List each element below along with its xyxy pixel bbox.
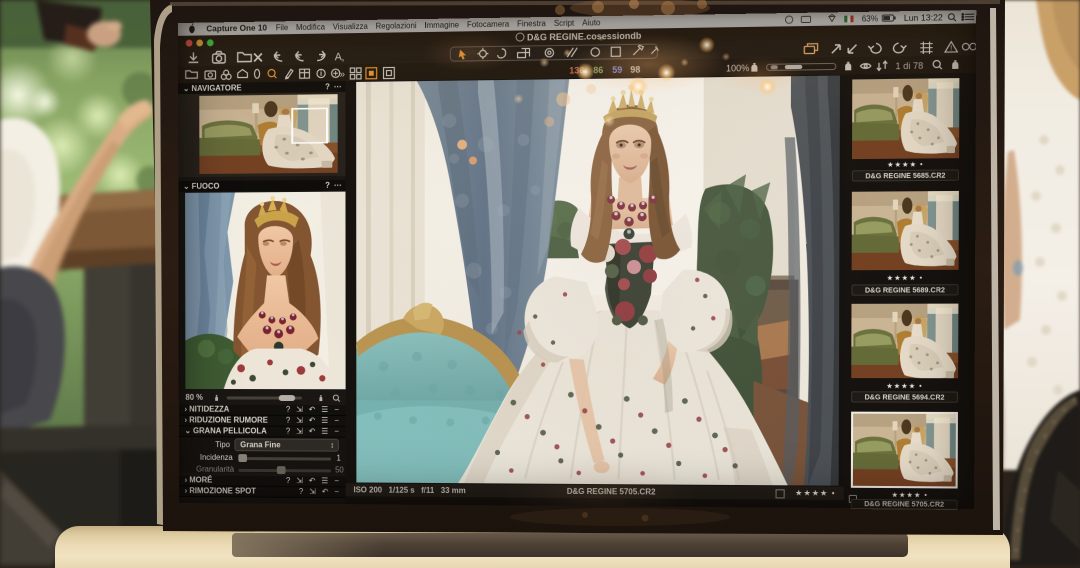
svg-text:59: 59 [612, 65, 622, 76]
svg-text:86: 86 [593, 65, 603, 76]
svg-text:63%: 63% [862, 14, 879, 24]
svg-text:136: 136 [569, 65, 584, 76]
svg-text:A‚: A‚ [335, 51, 345, 63]
svg-text:!: ! [950, 45, 952, 52]
svg-text:»: » [340, 69, 345, 80]
svg-text:98: 98 [630, 64, 640, 75]
svg-text:1 di 78: 1 di 78 [895, 60, 923, 71]
svg-text:100%: 100% [726, 63, 750, 74]
svg-text:Lun 13:22: Lun 13:22 [904, 13, 943, 23]
